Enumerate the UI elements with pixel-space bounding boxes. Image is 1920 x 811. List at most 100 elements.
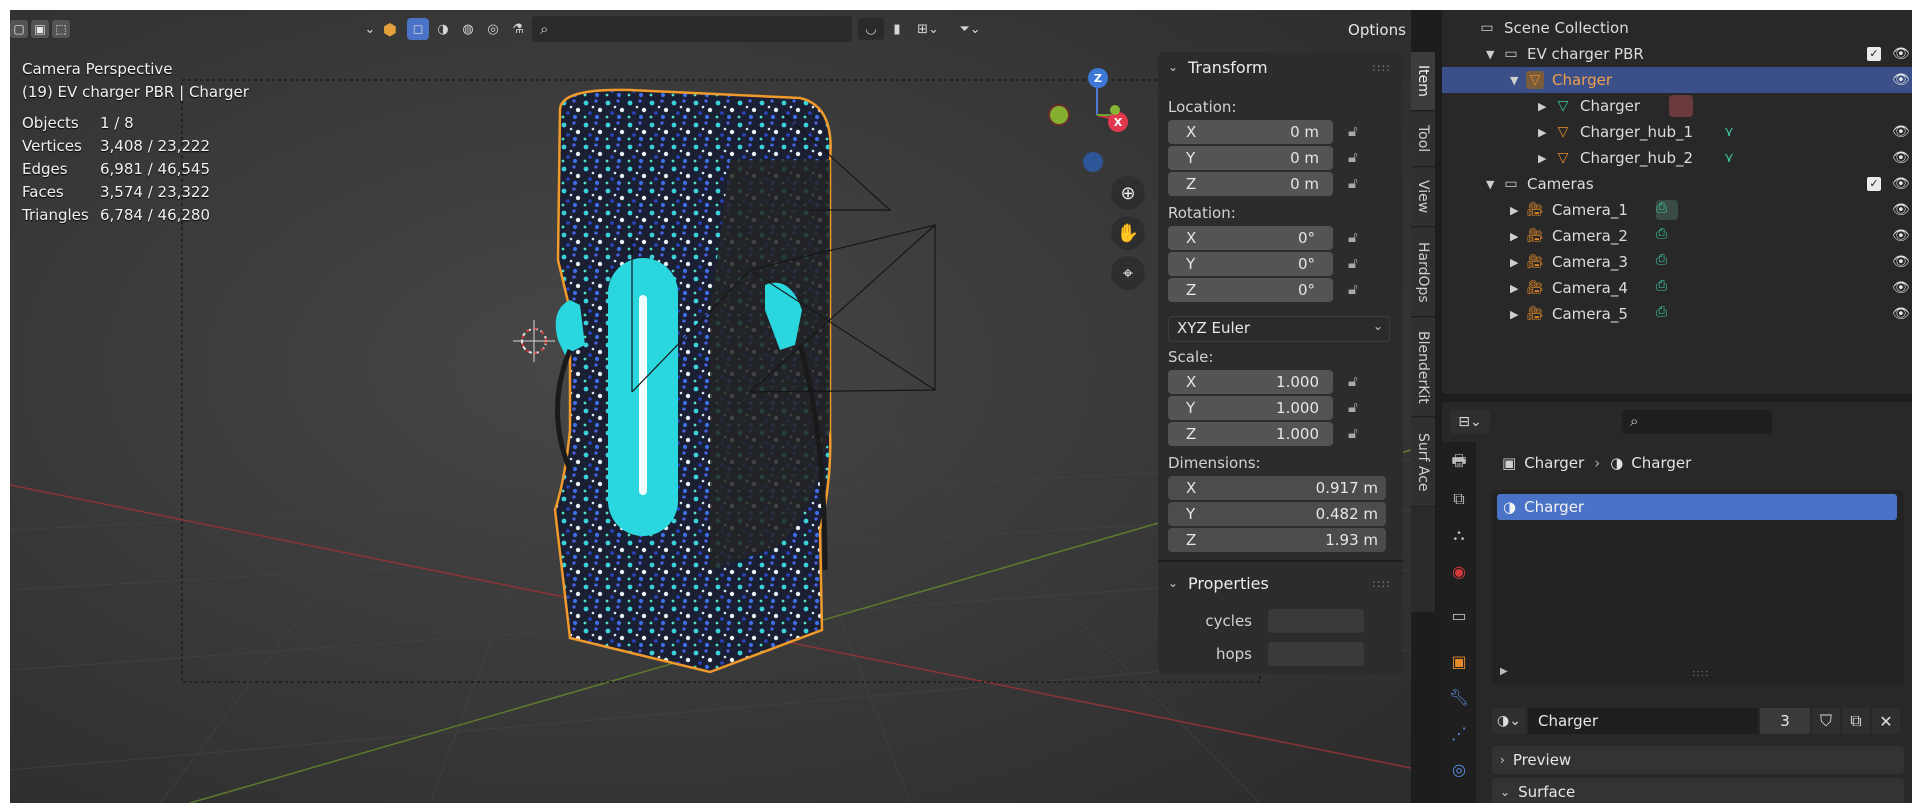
shading-options-icon[interactable]: ⚗ [507,18,529,40]
expand-arrow-icon[interactable]: ▶ [1538,152,1546,165]
dimension-x-field[interactable]: X 0.917 m [1168,476,1386,500]
mesh-data-icon[interactable]: ⋎ [1720,149,1738,167]
lock-icon[interactable]: 🔓︎ [1348,254,1370,276]
expand-arrow-icon[interactable]: ▶ [1538,100,1546,113]
rotation-mode-select[interactable]: XYZ Euler ⌄ [1168,316,1390,342]
filter-toggle-icon[interactable]: ◡ [858,18,884,40]
gizmo-y-axis[interactable] [1110,105,1120,115]
tab-surf-ace[interactable]: Surf Ace [1411,418,1435,507]
dimension-z-field[interactable]: Z 1.93 m [1168,528,1386,552]
object-tab-icon[interactable]: ▣ [1446,648,1472,674]
scale-z-field[interactable]: Z 1.000 [1168,422,1333,446]
surface-panel-header[interactable]: ⌄ Surface [1492,778,1904,803]
lock-icon[interactable]: 🔓︎ [1348,122,1370,144]
outliner-row-charger-mesh[interactable]: ▶ ▽ Charger [1442,93,1912,119]
solid-shading-icon[interactable]: ◑ [432,18,454,40]
eye-icon[interactable]: 👁︎ [1892,176,1910,192]
transform-panel-header[interactable]: ⌄ Transform :::: [1158,52,1403,82]
camera-data-icon[interactable]: ⎙ [1656,278,1678,298]
fake-user-shield-icon[interactable]: ⛉ [1812,708,1840,734]
collection-tab-icon[interactable]: ▭ [1446,602,1472,628]
eye-icon[interactable]: 👁︎ [1892,306,1910,322]
zoom-icon[interactable]: ⊕ [1111,176,1145,210]
tab-item[interactable]: Item [1411,52,1435,111]
eye-icon[interactable]: 👁︎ [1892,150,1910,166]
scale-y-field[interactable]: Y 1.000 [1168,396,1333,420]
eye-icon[interactable]: 👁︎ [1892,72,1910,88]
camera-data-icon[interactable]: ⎙ [1656,226,1678,246]
outliner-row-camera-2[interactable]: ▶ 🎥︎ Camera_2 ⎙ 👁︎ [1442,223,1912,249]
lock-icon[interactable]: 🔓︎ [1348,398,1370,420]
viewport-search-input[interactable]: ⌕ [532,16,852,42]
location-x-field[interactable]: X 0 m [1168,120,1333,144]
output-tab-icon[interactable]: ⧉ [1446,486,1472,512]
dimension-y-field[interactable]: Y 0.482 m [1168,502,1386,526]
drag-grip-icon[interactable]: :::: [1372,61,1391,74]
eye-icon[interactable]: 👁︎ [1892,46,1910,62]
particles-tab-icon[interactable]: ⋰ [1446,720,1472,746]
resize-grip-icon[interactable]: :::: [1692,668,1709,679]
gizmo-dropdown-chevron-icon[interactable]: ⌄ [362,19,378,39]
camera-data-icon[interactable]: ⎙ [1656,200,1678,220]
gizmo-x-axis[interactable]: X [1108,112,1128,132]
rotation-y-field[interactable]: Y 0° [1168,252,1333,276]
camera-data-icon[interactable]: ⎙ [1656,252,1678,272]
outliner-row-ev-charger-pbr[interactable]: ▼ ▭ EV charger PBR ✓ 👁︎ [1442,41,1912,67]
expand-arrow-icon[interactable]: ▼ [1486,48,1494,61]
rotation-x-field[interactable]: X 0° [1168,226,1333,250]
material-name-field[interactable]: Charger [1528,708,1758,734]
location-y-field[interactable]: Y 0 m [1168,146,1333,170]
expand-arrow-icon[interactable]: ▶ [1510,256,1518,269]
rotation-z-field[interactable]: Z 0° [1168,278,1333,302]
modifier-wrench-icon[interactable]: 🔧︎ [1446,684,1472,710]
outliner-row-cameras[interactable]: ▼ ▭ Cameras ✓ 👁︎ [1442,171,1912,197]
include-checkbox[interactable]: ✓ [1867,47,1881,61]
material-icon[interactable] [1669,95,1693,117]
mesh-data-icon[interactable]: ⋎ [1720,123,1738,141]
material-shading-icon[interactable]: ◍ [457,18,479,40]
camera-view-icon[interactable]: ⌖ [1111,256,1145,290]
outliner-row-camera-1[interactable]: ▶ 🎥︎ Camera_1 ⎙ 👁︎ [1442,197,1912,223]
location-z-field[interactable]: Z 0 m [1168,172,1333,196]
lock-icon[interactable]: 🔓︎ [1348,372,1370,394]
eye-icon[interactable]: 👁︎ [1892,202,1910,218]
3d-viewport[interactable]: ▢▣⬚ ⌄ ⬢ ◻ ◑ ◍ ◎ ⚗ ⌕ ◡ ▮ ⊞⌄ ⏷⌄ Options ⌄ … [10,10,1411,803]
scene-tab-icon[interactable]: ◉ [1446,558,1472,584]
tab-tool[interactable]: Tool [1411,112,1435,167]
user-count-button[interactable]: 3 [1760,708,1810,734]
hops-field[interactable] [1268,642,1364,666]
lock-icon[interactable]: 🔓︎ [1348,424,1370,446]
lock-icon[interactable]: 🔓︎ [1348,148,1370,170]
material-slot-list[interactable]: ◑ Charger ▶ :::: [1492,490,1904,685]
outliner-row-camera-3[interactable]: ▶ 🎥︎ Camera_3 ⎙ 👁︎ [1442,249,1912,275]
lock-icon[interactable]: 🔓︎ [1348,280,1370,302]
lock-icon[interactable]: 🔓︎ [1348,174,1370,196]
viewport-gizmo-icon[interactable]: ⬢ [380,19,400,39]
expand-arrow-icon[interactable]: ▶ [1500,666,1508,677]
expand-arrow-icon[interactable]: ▶ [1510,230,1518,243]
cycles-field[interactable] [1268,609,1364,633]
gizmo-z-axis[interactable]: Z [1088,68,1108,88]
properties-search-input[interactable]: ⌕ [1622,410,1772,434]
scale-x-field[interactable]: X 1.000 [1168,370,1333,394]
layout-dropdown-icon[interactable]: ⊞⌄ [910,18,946,40]
expand-arrow-icon[interactable]: ▼ [1486,178,1494,191]
pan-hand-icon[interactable]: ✋ [1111,216,1145,250]
material-slot-active[interactable]: ◑ Charger [1497,494,1897,520]
expand-arrow-icon[interactable]: ▶ [1510,282,1518,295]
eye-icon[interactable]: 👁︎ [1892,228,1910,244]
filter-dropdown-icon[interactable]: ⏷⌄ [950,18,990,40]
gizmo-neg-z-axis[interactable] [1083,152,1103,172]
drag-grip-icon[interactable]: :::: [1372,577,1391,590]
outliner-row-camera-5[interactable]: ▶ 🎥︎ Camera_5 ⎙ 👁︎ [1442,301,1912,327]
editor-type-dropdown[interactable]: ⊟⌄ [1450,410,1490,434]
expand-arrow-icon[interactable]: ▶ [1510,308,1518,321]
tab-view[interactable]: View [1411,168,1435,227]
physics-tab-icon[interactable]: ◎ [1446,756,1472,782]
eye-icon[interactable]: 👁︎ [1892,254,1910,270]
outliner-row-scene-collection[interactable]: ▭ Scene Collection [1442,15,1912,41]
outliner-row-camera-4[interactable]: ▶ 🎥︎ Camera_4 ⎙ 👁︎ [1442,275,1912,301]
camera-data-icon[interactable]: ⎙ [1656,304,1678,324]
eye-icon[interactable]: 👁︎ [1892,124,1910,140]
outliner-row-charger-object[interactable]: ▼ ▽ Charger 👁︎ [1442,67,1912,93]
